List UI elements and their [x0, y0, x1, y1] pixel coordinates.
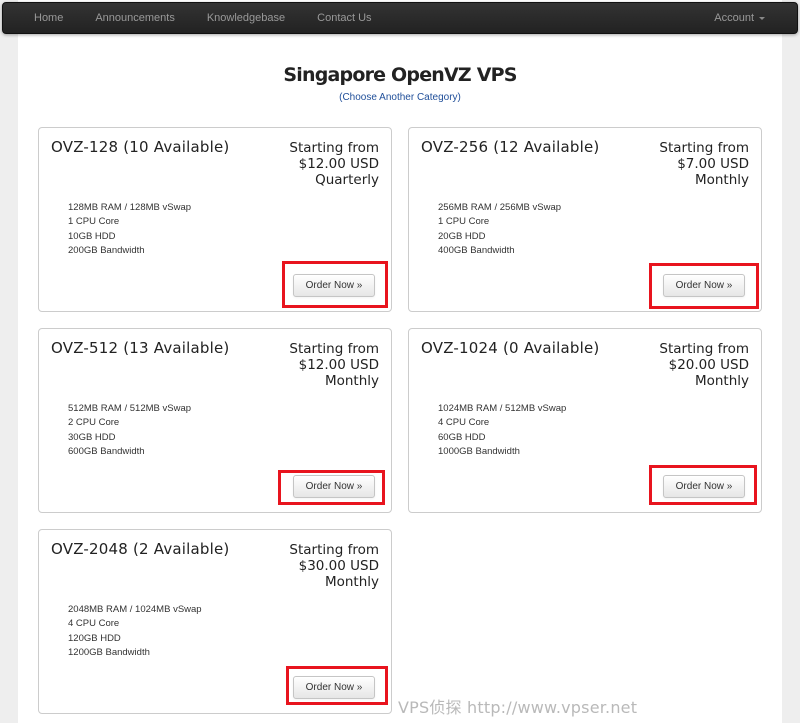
nav-contact-us[interactable]: Contact Us — [301, 3, 387, 33]
order-now-button[interactable]: Order Now » — [293, 475, 375, 498]
order-now-button[interactable]: Order Now » — [663, 475, 745, 498]
product-card-ovz-2048: OVZ-2048 (2 Available) Starting from $30… — [38, 529, 392, 714]
feature-list: 256MB RAM / 256MB vSwap 1 CPU Core 20GB … — [438, 201, 561, 258]
nav-home[interactable]: Home — [3, 3, 79, 33]
page-title: Singapore OpenVZ VPS — [283, 64, 517, 86]
account-label: Account — [714, 12, 754, 24]
product-name: OVZ-128 (10 Available) — [51, 138, 230, 156]
price-amount: $20.00 USD — [668, 357, 749, 373]
feature-list: 128MB RAM / 128MB vSwap 1 CPU Core 10GB … — [68, 201, 191, 258]
account-dropdown[interactable]: Account — [714, 3, 765, 33]
price-prefix: Starting from — [289, 542, 379, 558]
billing-cycle: Quarterly — [315, 172, 379, 188]
product-name: OVZ-2048 (2 Available) — [51, 540, 230, 558]
billing-cycle: Monthly — [694, 373, 749, 389]
feature-item: 1 CPU Core — [438, 216, 490, 228]
feature-list: 2048MB RAM / 1024MB vSwap 4 CPU Core 120… — [68, 603, 202, 660]
feature-item: 20GB HDD — [438, 230, 486, 242]
feature-item: 128MB RAM / 128MB vSwap — [68, 202, 192, 213]
price-prefix: Starting from — [659, 140, 749, 156]
watermark-text: VPS侦探 http://www.vpser.net — [398, 698, 638, 717]
price-prefix: Starting from — [659, 341, 749, 357]
feature-item: 30GB HDD — [68, 431, 116, 443]
product-card-ovz-256: OVZ-256 (12 Available) Starting from $7.… — [408, 127, 762, 312]
billing-cycle: Monthly — [324, 574, 379, 590]
feature-item: 400GB Bandwidth — [438, 244, 515, 256]
caret-down-icon — [759, 16, 765, 20]
billing-cycle: Monthly — [694, 172, 749, 188]
nav-knowledgebase[interactable]: Knowledgebase — [191, 3, 301, 33]
order-now-button[interactable]: Order Now » — [293, 676, 375, 699]
feature-item: 4 CPU Core — [68, 618, 120, 630]
feature-item: 10GB HDD — [68, 230, 116, 242]
product-name: OVZ-1024 (0 Available) — [421, 339, 600, 357]
feature-item: 1000GB Bandwidth — [438, 445, 520, 457]
product-card-ovz-128: OVZ-128 (10 Available) Starting from $12… — [38, 127, 392, 312]
product-name: OVZ-512 (13 Available) — [51, 339, 230, 357]
price-prefix: Starting from — [289, 341, 379, 357]
price-amount: $7.00 USD — [677, 156, 749, 172]
nav-links: Home Announcements Knowledgebase Contact… — [3, 3, 388, 33]
feature-item: 1 CPU Core — [68, 216, 120, 228]
choose-category-link[interactable]: (Choose Another Category) — [0, 92, 800, 103]
product-price: Starting from $7.00 USD Monthly — [659, 140, 749, 188]
product-card-ovz-1024: OVZ-1024 (0 Available) Starting from $20… — [408, 328, 762, 513]
feature-list: 512MB RAM / 512MB vSwap 2 CPU Core 30GB … — [68, 402, 191, 459]
product-price: Starting from $12.00 USD Monthly — [289, 341, 379, 389]
feature-item: 256MB RAM / 256MB vSwap — [438, 202, 562, 213]
feature-item: 1024MB RAM / 512MB vSwap — [438, 403, 567, 414]
feature-item: 512MB RAM / 512MB vSwap — [68, 403, 192, 414]
feature-item: 1200GB Bandwidth — [68, 646, 150, 658]
feature-item: 600GB Bandwidth — [68, 445, 145, 457]
product-price: Starting from $12.00 USD Quarterly — [289, 140, 379, 188]
product-name: OVZ-256 (12 Available) — [421, 138, 600, 156]
feature-item: 200GB Bandwidth — [68, 244, 145, 256]
price-amount: $12.00 USD — [298, 357, 379, 373]
feature-item: 2048MB RAM / 1024MB vSwap — [68, 604, 202, 615]
price-amount: $30.00 USD — [298, 558, 379, 574]
product-price: Starting from $30.00 USD Monthly — [289, 542, 379, 590]
feature-item: 4 CPU Core — [438, 417, 490, 429]
product-card-ovz-512: OVZ-512 (13 Available) Starting from $12… — [38, 328, 392, 513]
top-navbar: Home Announcements Knowledgebase Contact… — [2, 2, 798, 34]
price-prefix: Starting from — [289, 140, 379, 156]
order-now-button[interactable]: Order Now » — [293, 274, 375, 297]
nav-announcements[interactable]: Announcements — [79, 3, 191, 33]
feature-item: 120GB HDD — [68, 632, 121, 644]
billing-cycle: Monthly — [324, 373, 379, 389]
order-now-button[interactable]: Order Now » — [663, 274, 745, 297]
feature-item: 60GB HDD — [438, 431, 486, 443]
feature-list: 1024MB RAM / 512MB vSwap 4 CPU Core 60GB… — [438, 402, 566, 459]
product-price: Starting from $20.00 USD Monthly — [659, 341, 749, 389]
feature-item: 2 CPU Core — [68, 417, 120, 429]
price-amount: $12.00 USD — [298, 156, 379, 172]
